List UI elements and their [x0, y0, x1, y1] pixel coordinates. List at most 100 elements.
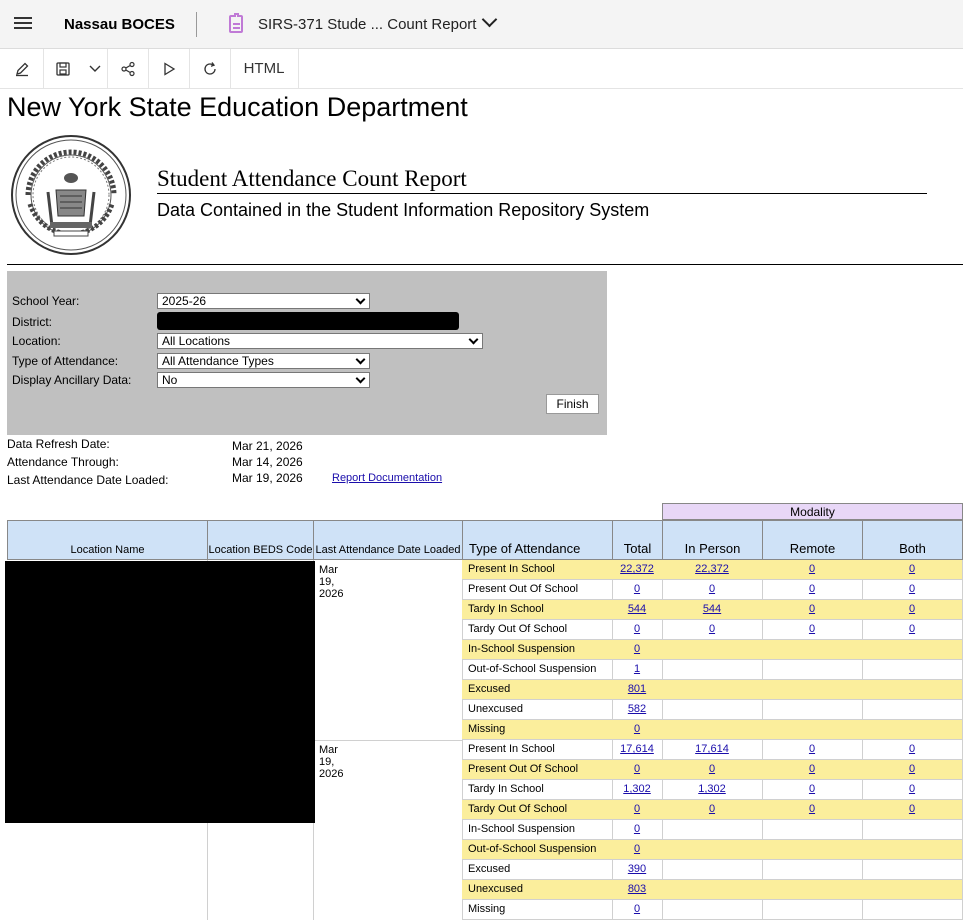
remote-cell-wrap: [762, 660, 863, 680]
in-person-cell[interactable]: 0: [709, 763, 715, 775]
total-cell[interactable]: 1,302: [623, 783, 651, 795]
refresh-icon: [203, 61, 216, 75]
attendance-type-cell-wrap: Unexcused: [462, 700, 613, 720]
in-person-cell-wrap: [662, 860, 763, 880]
report-title-tab[interactable]: SIRS-371 Stude ... Count Report: [258, 16, 476, 33]
in-person-cell[interactable]: 0: [709, 803, 715, 815]
both-cell[interactable]: 0: [909, 583, 915, 595]
in-person-cell-wrap: 0: [662, 800, 763, 820]
attendance-type-select[interactable]: All Attendance Types: [157, 353, 370, 369]
attendance-type-cell: Tardy In School: [468, 783, 544, 795]
chevron-down-icon: [355, 373, 366, 384]
remote-cell[interactable]: 0: [809, 803, 815, 815]
remote-cell-wrap: 0: [762, 600, 863, 620]
share-icon: [120, 61, 135, 76]
chevron-down-icon[interactable]: [481, 11, 498, 28]
share-button[interactable]: [107, 49, 149, 88]
both-cell[interactable]: 0: [909, 603, 915, 615]
total-cell[interactable]: 0: [634, 903, 640, 915]
total-cell[interactable]: 582: [628, 703, 646, 715]
both-cell-wrap: 0: [862, 560, 963, 580]
attendance-type-cell: Present In School: [468, 743, 555, 755]
total-cell[interactable]: 0: [634, 843, 640, 855]
total-cell-wrap: 0: [612, 840, 663, 860]
both-cell-wrap: [862, 700, 963, 720]
remote-cell[interactable]: 0: [809, 603, 815, 615]
in-person-cell-wrap: [662, 640, 763, 660]
attendance-type-cell: Unexcused: [468, 883, 524, 895]
output-format-html[interactable]: HTML: [230, 49, 299, 88]
refresh-button[interactable]: [189, 49, 231, 88]
col-location-name-label: Location Name: [70, 544, 145, 556]
in-person-cell-wrap: 17,614: [662, 740, 763, 760]
remote-cell[interactable]: 0: [809, 743, 815, 755]
attendance-type-cell: Tardy In School: [468, 603, 544, 615]
total-cell[interactable]: 803: [628, 883, 646, 895]
total-cell[interactable]: 544: [628, 603, 646, 615]
both-cell[interactable]: 0: [909, 783, 915, 795]
in-person-cell[interactable]: 0: [709, 583, 715, 595]
total-cell[interactable]: 390: [628, 863, 646, 875]
attendance-type-cell-wrap: In-School Suspension: [462, 640, 613, 660]
total-cell-wrap: 22,372: [612, 560, 663, 580]
total-cell[interactable]: 0: [634, 803, 640, 815]
attendance-type-cell-wrap: Tardy In School: [462, 780, 613, 800]
in-person-cell[interactable]: 1,302: [698, 783, 726, 795]
total-cell[interactable]: 801: [628, 683, 646, 695]
both-cell-wrap: 0: [862, 580, 963, 600]
remote-cell-wrap: 0: [762, 740, 863, 760]
finish-button[interactable]: Finish: [546, 394, 599, 414]
total-cell[interactable]: 0: [634, 723, 640, 735]
total-cell[interactable]: 22,372: [620, 563, 654, 575]
both-cell[interactable]: 0: [909, 563, 915, 575]
edit-button[interactable]: [0, 49, 44, 88]
in-person-cell[interactable]: 0: [709, 623, 715, 635]
menu-icon[interactable]: [14, 17, 32, 31]
total-cell[interactable]: 17,614: [620, 743, 654, 755]
remote-cell-wrap: [762, 860, 863, 880]
chevron-down-icon: [468, 334, 479, 345]
report-documentation-link[interactable]: Report Documentation: [332, 472, 442, 484]
total-cell[interactable]: 0: [634, 643, 640, 655]
total-cell[interactable]: 0: [634, 583, 640, 595]
remote-cell[interactable]: 0: [809, 583, 815, 595]
total-cell[interactable]: 0: [634, 763, 640, 775]
remote-cell[interactable]: 0: [809, 623, 815, 635]
remote-cell-wrap: 0: [762, 580, 863, 600]
both-cell[interactable]: 0: [909, 623, 915, 635]
remote-cell[interactable]: 0: [809, 763, 815, 775]
ancillary-data-select[interactable]: No: [157, 372, 370, 388]
save-button[interactable]: [43, 49, 83, 88]
in-person-cell[interactable]: 22,372: [695, 563, 729, 575]
in-person-cell[interactable]: 17,614: [695, 743, 729, 755]
in-person-cell-wrap: [662, 720, 763, 740]
organization-name: Nassau BOCES: [64, 16, 175, 33]
both-cell[interactable]: 0: [909, 763, 915, 775]
remote-cell-wrap: 0: [762, 780, 863, 800]
both-cell[interactable]: 0: [909, 743, 915, 755]
school-year-value: 2025-26: [162, 294, 207, 308]
ancillary-data-label: Display Ancillary Data:: [12, 373, 132, 387]
total-cell-wrap: 0: [612, 760, 663, 780]
attendance-type-cell: Unexcused: [468, 703, 524, 715]
attendance-type-cell-wrap: Tardy In School: [462, 600, 613, 620]
save-options-dropdown[interactable]: [83, 49, 108, 88]
total-cell[interactable]: 0: [634, 823, 640, 835]
total-cell-wrap: 544: [612, 600, 663, 620]
total-cell[interactable]: 1: [634, 663, 640, 675]
col-type-label: Type of Attendance: [469, 541, 581, 556]
attendance-type-cell: Missing: [468, 723, 506, 735]
location-select[interactable]: All Locations: [157, 333, 483, 349]
both-cell[interactable]: 0: [909, 803, 915, 815]
remote-cell[interactable]: 0: [809, 783, 815, 795]
district-field-redacted[interactable]: [157, 312, 459, 330]
remote-cell[interactable]: 0: [809, 563, 815, 575]
in-person-cell-wrap: [662, 840, 763, 860]
total-cell[interactable]: 0: [634, 623, 640, 635]
run-button[interactable]: [148, 49, 190, 88]
school-year-select[interactable]: 2025-26: [157, 293, 370, 309]
col-beds-code-label: Location BEDS Code: [208, 544, 313, 556]
in-person-cell[interactable]: 544: [703, 603, 721, 615]
both-cell-wrap: [862, 680, 963, 700]
both-cell-wrap: [862, 640, 963, 660]
